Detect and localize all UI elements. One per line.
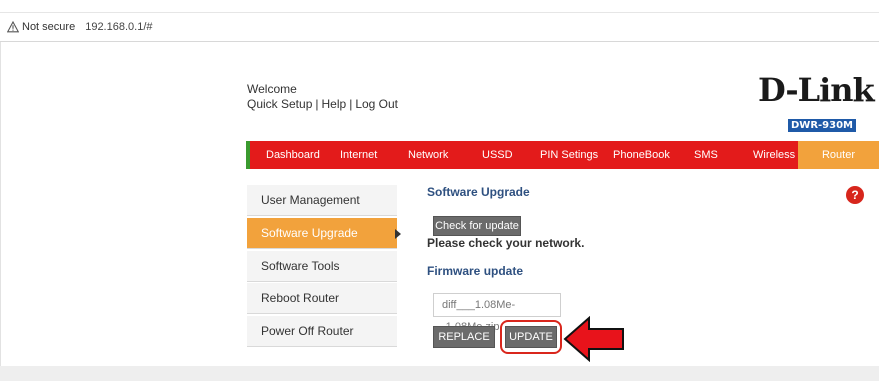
nav-internet[interactable]: Internet <box>340 141 377 169</box>
browser-top-strip <box>0 0 879 13</box>
nav-phonebook[interactable]: PhoneBook <box>613 141 670 169</box>
question-circle-icon[interactable]: ? <box>846 186 864 204</box>
sidebar-item-software-upgrade[interactable]: Software Upgrade <box>247 218 397 249</box>
sidebar-item-reboot-router[interactable]: Reboot Router <box>247 283 397 314</box>
address-bar[interactable]: Not secure 192.168.0.1/# <box>0 13 879 42</box>
log-out-link[interactable]: Log Out <box>355 97 398 111</box>
sidebar-item-user-management[interactable]: User Management <box>247 185 397 216</box>
nav-ussd[interactable]: USSD <box>482 141 513 169</box>
link-separator: | <box>315 97 319 111</box>
red-arrow-icon <box>563 316 624 362</box>
nav-dashboard[interactable]: Dashboard <box>266 141 320 169</box>
header-links: Quick Setup | Help | Log Out <box>247 97 398 112</box>
sidebar-item-software-tools[interactable]: Software Tools <box>247 251 397 282</box>
link-separator: | <box>349 97 353 111</box>
nav-wireless[interactable]: Wireless <box>753 141 795 169</box>
firmware-file-field[interactable]: diff___1.08Me--1.08Me.zip <box>433 293 561 333</box>
nav-pin-settings[interactable]: PIN Setings <box>540 141 598 169</box>
welcome-text: Welcome <box>247 82 297 96</box>
model-badge: DWR-930M <box>788 119 857 132</box>
active-item-pointer-icon <box>395 229 401 239</box>
quick-setup-link[interactable]: Quick Setup <box>247 97 312 111</box>
url-text[interactable]: 192.168.0.1/# <box>85 21 152 33</box>
main-nav: Dashboard Internet Network USSD PIN Seti… <box>246 141 879 169</box>
page-bottom-strip <box>0 366 879 381</box>
network-message: Please check your network. <box>427 236 585 250</box>
router-admin-page <box>0 42 879 366</box>
firmware-update-title: Firmware update <box>427 264 524 278</box>
nav-router[interactable]: Router <box>798 141 879 169</box>
dlink-logo: D-Link <box>758 71 875 109</box>
update-highlight-outline <box>500 320 562 354</box>
help-link[interactable]: Help <box>322 97 347 111</box>
software-upgrade-title: Software Upgrade <box>427 185 530 199</box>
replace-button[interactable]: REPLACE <box>433 326 495 348</box>
check-for-update-button[interactable]: Check for update <box>433 216 521 236</box>
security-label[interactable]: Not secure <box>22 21 75 33</box>
nav-sms[interactable]: SMS <box>694 141 718 169</box>
nav-network[interactable]: Network <box>408 141 448 169</box>
warning-triangle-icon <box>7 21 19 33</box>
sidebar-item-power-off-router[interactable]: Power Off Router <box>247 316 397 347</box>
